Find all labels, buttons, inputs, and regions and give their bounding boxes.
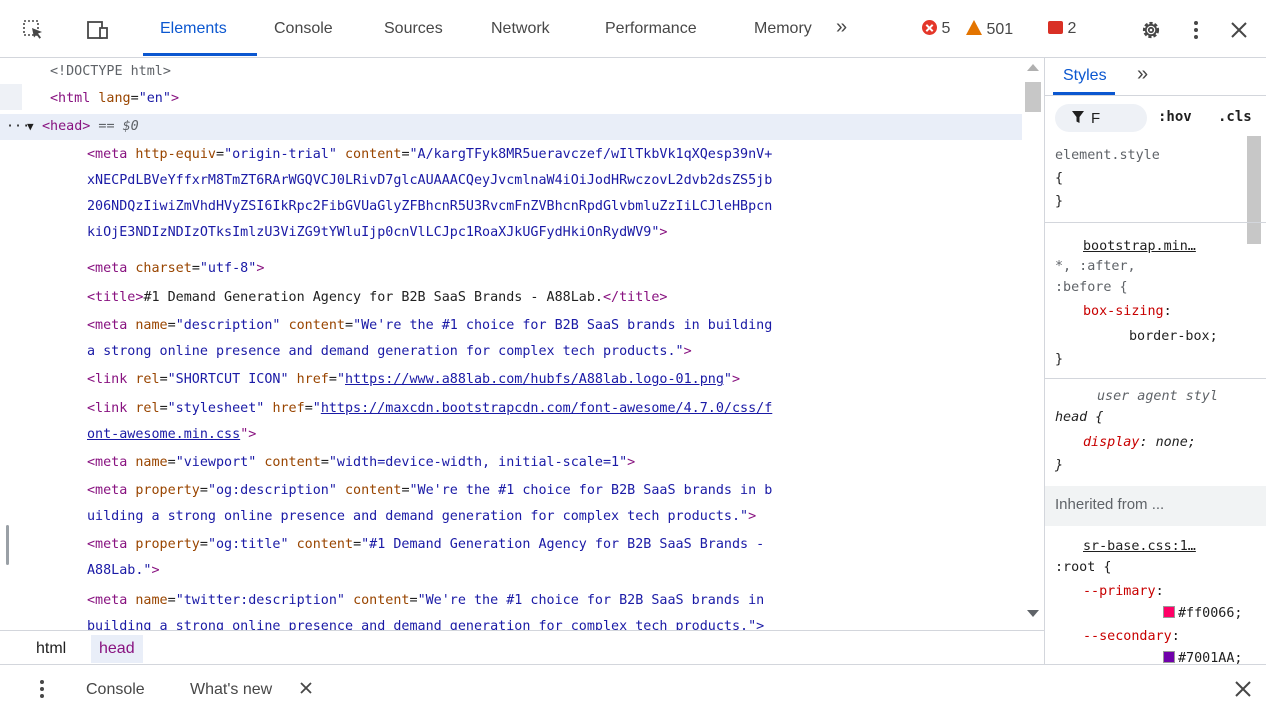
kebab-menu-icon[interactable] bbox=[30, 677, 54, 701]
tab-network[interactable]: Network bbox=[491, 20, 550, 38]
meta-origin-trial-cont: xNECPdLBVeYffxrM8TmZT6RArWGQVCJ0LRivD7gl… bbox=[87, 173, 773, 188]
filter-placeholder: F bbox=[1091, 110, 1101, 127]
rule-divider bbox=[1045, 378, 1266, 379]
warning-count[interactable]: 501 bbox=[966, 20, 1013, 39]
scroll-down-icon[interactable] bbox=[1027, 610, 1039, 617]
breadcrumb-html[interactable]: html bbox=[36, 639, 66, 665]
meta-origin-trial-cont: kiOjE3NDIzNDIzOTksImlzU3ViZG9tYWluIjp0cn… bbox=[87, 225, 668, 240]
title-node[interactable]: <title>#1 Demand Generation Agency for B… bbox=[87, 285, 667, 311]
warning-icon bbox=[966, 20, 982, 35]
drawer-tab-whats-new[interactable]: What's new bbox=[190, 681, 272, 699]
meta-description-node[interactable]: <meta name="description" content="We're … bbox=[87, 313, 772, 339]
styles-tabs: Styles » bbox=[1045, 58, 1266, 96]
breadcrumb-head[interactable]: head bbox=[91, 635, 143, 663]
dom-tree[interactable]: <!DOCTYPE html> <html lang="en"> ··· ▼ <… bbox=[0, 58, 1044, 630]
error-icon bbox=[922, 20, 937, 35]
styles-filter-row: F :hov .cls bbox=[1055, 100, 1266, 134]
resize-grip[interactable] bbox=[6, 525, 9, 565]
shortcut-icon-link[interactable]: https://www.a88lab.com/hubfs/A88lab.logo… bbox=[345, 372, 724, 387]
error-count-value: 5 bbox=[941, 20, 951, 37]
drawer-tab-console[interactable]: Console bbox=[86, 681, 145, 699]
color-value[interactable]: #ff0066; bbox=[1163, 603, 1243, 625]
user-agent-label: user agent styl bbox=[1097, 389, 1218, 404]
meta-twitter-description-cont: building a strong online presence and de… bbox=[87, 619, 765, 630]
styles-filter-input[interactable]: F bbox=[1055, 104, 1147, 132]
color-swatch[interactable] bbox=[1163, 606, 1175, 618]
meta-description-cont: a strong online presence and demand gene… bbox=[87, 344, 692, 359]
scroll-thumb[interactable] bbox=[1247, 136, 1261, 244]
styles-pane: Styles » F :hov .cls element.style { } b… bbox=[1044, 58, 1266, 664]
rule-source-link[interactable]: bootstrap.min… bbox=[1083, 236, 1196, 258]
doctype-node[interactable]: <!DOCTYPE html> bbox=[50, 59, 171, 85]
rule-divider bbox=[1045, 222, 1266, 223]
breadcrumb: html head bbox=[0, 630, 1044, 664]
inspect-icon[interactable] bbox=[22, 18, 46, 42]
expand-triangle-icon[interactable]: ▼ bbox=[27, 114, 34, 140]
issues-count-value: 2 bbox=[1067, 20, 1077, 37]
tab-performance[interactable]: Performance bbox=[605, 20, 697, 38]
tab-elements[interactable]: Elements bbox=[160, 20, 227, 38]
link-stylesheet-cont: ont-awesome.min.css"> bbox=[87, 427, 257, 442]
color-swatch[interactable] bbox=[1163, 651, 1175, 663]
kebab-menu-icon[interactable] bbox=[1184, 18, 1208, 42]
css-variable[interactable]: --secondary: bbox=[1083, 626, 1180, 648]
drawer-tabs: Console What's new bbox=[0, 664, 1266, 710]
head-node[interactable]: ··· ▼ <head> == $0 bbox=[0, 114, 1022, 140]
html-node[interactable]: <html lang="en"> bbox=[50, 86, 179, 112]
meta-twitter-description-node[interactable]: <meta name="twitter:description" content… bbox=[87, 588, 764, 614]
meta-origin-trial-cont: 206NDQzIiwiZmVhdHVyZSI6IkRpc2FibGVUaGlyZ… bbox=[87, 199, 773, 214]
rule-source-link[interactable]: sr-base.css:1… bbox=[1083, 536, 1196, 558]
inherited-header: Inherited from ... bbox=[1045, 486, 1266, 526]
close-icon[interactable] bbox=[1227, 18, 1251, 42]
css-property[interactable]: box-sizing: bbox=[1083, 301, 1172, 323]
link-stylesheet-node[interactable]: <link rel="stylesheet" href="https://max… bbox=[87, 396, 772, 422]
meta-og-title-cont: A88Lab."> bbox=[87, 563, 160, 578]
error-count[interactable]: 5 bbox=[922, 20, 950, 38]
dom-tree-scrollbar[interactable] bbox=[1022, 58, 1044, 630]
meta-og-description-cont: uilding a strong online presence and dem… bbox=[87, 509, 757, 524]
close-tab-icon[interactable] bbox=[297, 679, 315, 697]
scroll-thumb[interactable] bbox=[1025, 82, 1041, 112]
meta-og-description-node[interactable]: <meta property="og:description" content=… bbox=[87, 478, 772, 504]
tab-console[interactable]: Console bbox=[274, 20, 333, 38]
more-tabs-button[interactable]: » bbox=[836, 16, 847, 39]
more-panes-button[interactable]: » bbox=[1137, 63, 1148, 86]
device-toggle-icon[interactable] bbox=[86, 18, 110, 42]
styles-scrollbar[interactable] bbox=[1243, 96, 1266, 664]
stylesheet-link[interactable]: https://maxcdn.bootstrapcdn.com/font-awe… bbox=[321, 401, 772, 416]
scroll-up-icon[interactable] bbox=[1027, 64, 1039, 71]
element-style-selector[interactable]: element.style bbox=[1055, 145, 1160, 167]
tab-memory[interactable]: Memory bbox=[754, 20, 812, 38]
gear-icon[interactable] bbox=[1139, 18, 1163, 42]
stylesheet-link-cont[interactable]: ont-awesome.min.css bbox=[87, 427, 240, 442]
filter-icon bbox=[1071, 110, 1085, 127]
issues-icon bbox=[1048, 21, 1063, 34]
tab-sources[interactable]: Sources bbox=[384, 20, 443, 38]
gutter-marker bbox=[0, 84, 22, 110]
meta-viewport-node[interactable]: <meta name="viewport" content="width=dev… bbox=[87, 450, 635, 476]
meta-og-title-node[interactable]: <meta property="og:title" content="#1 De… bbox=[87, 532, 764, 558]
color-value[interactable]: #7001AA; bbox=[1163, 648, 1243, 664]
css-variable[interactable]: --primary: bbox=[1083, 581, 1164, 603]
tab-styles[interactable]: Styles bbox=[1063, 67, 1107, 85]
close-drawer-icon[interactable] bbox=[1231, 677, 1255, 701]
issues-count[interactable]: 2 bbox=[1048, 20, 1076, 38]
active-tab-indicator bbox=[143, 53, 257, 56]
warning-count-value: 501 bbox=[986, 21, 1014, 38]
meta-charset-node[interactable]: <meta charset="utf-8"> bbox=[87, 256, 264, 282]
meta-origin-trial-node[interactable]: <meta http-equiv="origin-trial" content=… bbox=[87, 142, 772, 168]
devtools-toolbar: Elements Console Sources Network Perform… bbox=[0, 0, 1266, 58]
hov-toggle[interactable]: :hov bbox=[1158, 106, 1192, 128]
active-tab-indicator bbox=[1053, 92, 1115, 95]
link-shortcut-icon-node[interactable]: <link rel="SHORTCUT ICON" href="https://… bbox=[87, 367, 740, 393]
